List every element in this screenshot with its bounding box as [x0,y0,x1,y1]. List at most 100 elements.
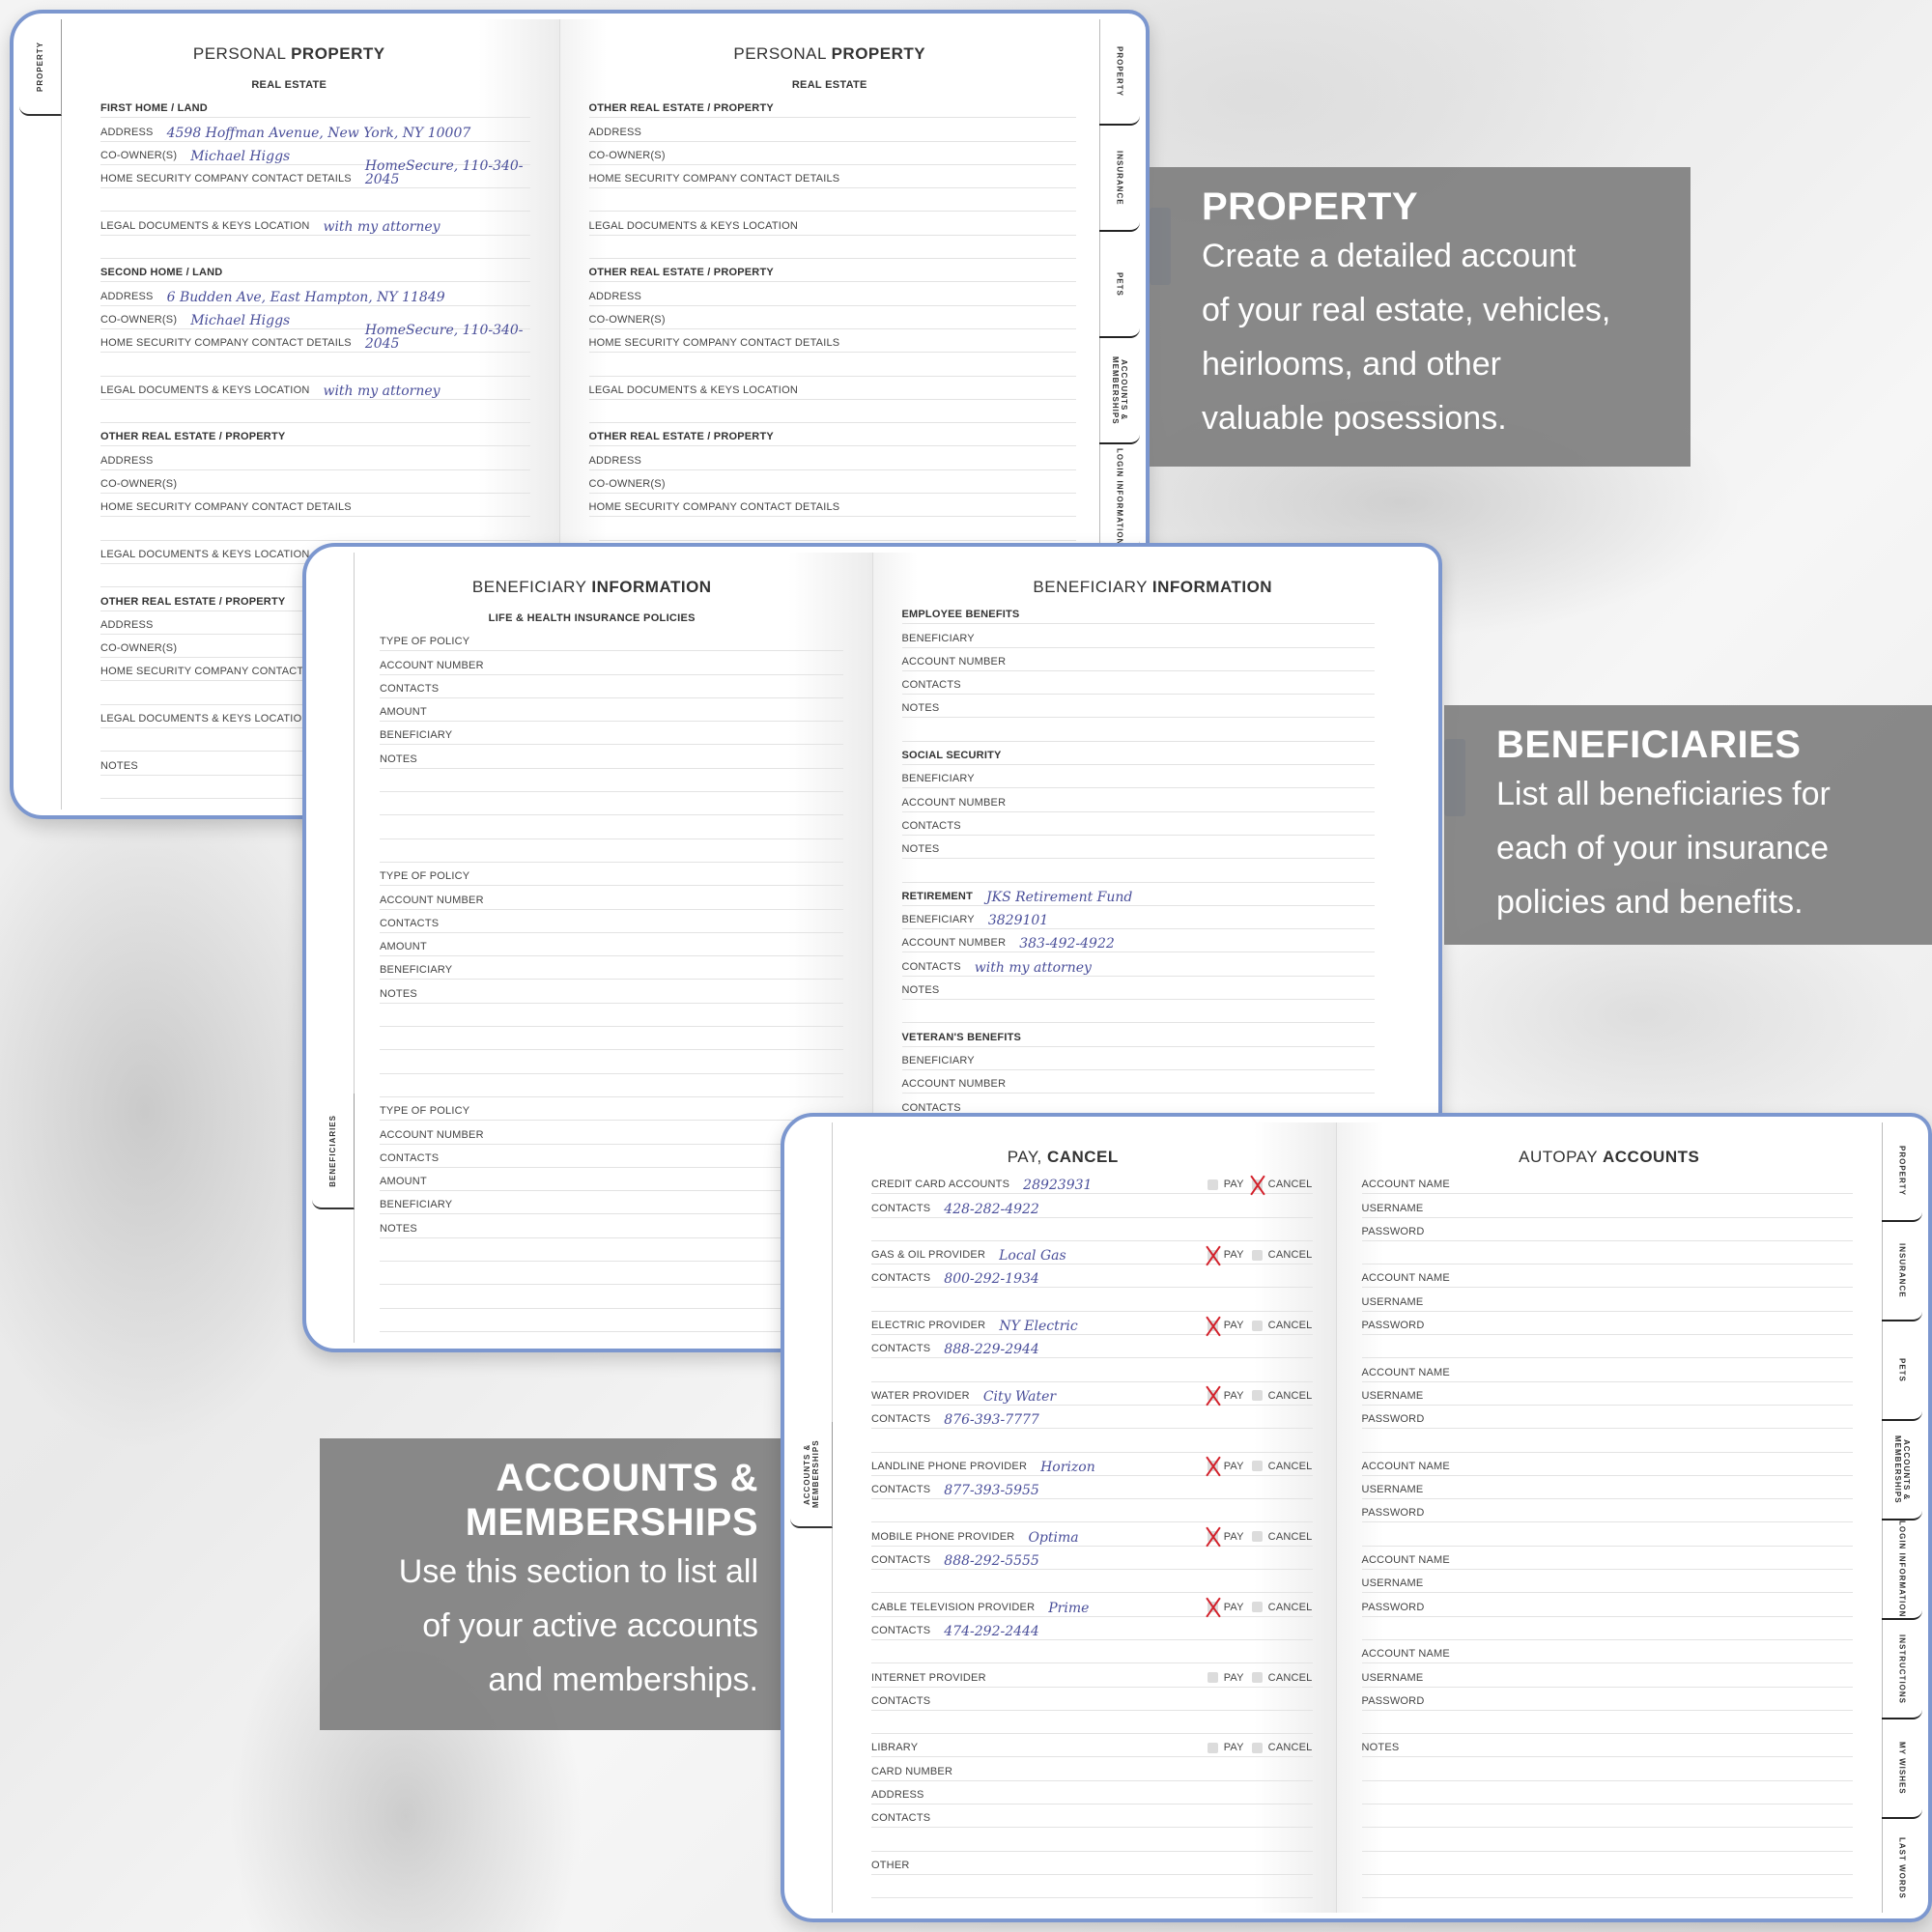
blank-line [380,1074,843,1097]
tab-last-words[interactable]: LAST WORDS [1882,1819,1922,1913]
tab-login-information[interactable]: LOGIN INFORMATION [1099,444,1140,551]
field-value[interactable]: 28923931 [1023,1179,1092,1192]
tab-insurance[interactable]: INSURANCE [1099,126,1140,232]
tab-beneficiaries[interactable]: BENEFICIARIES [312,1094,355,1209]
blank-line [871,1218,1313,1241]
field-value[interactable]: Local Gas [999,1249,1066,1263]
pay-label: PAY [1223,1389,1244,1402]
pay-checkbox[interactable]: PAY [1207,1531,1244,1543]
field-value[interactable]: 876-393-7777 [944,1413,1039,1427]
accounts-left-page: ACCOUNTS & MEMBERSHIPS PAY, CANCEL CREDI… [790,1122,1337,1913]
pay-checkbox[interactable]: PAY [1207,1389,1244,1402]
section-subhead: LIFE & HEALTH INSURANCE POLICIES [488,612,696,624]
cancel-checkbox[interactable]: CANCEL [1251,1249,1313,1261]
field-value[interactable]: with my attorney [975,961,1092,975]
cancel-checkbox[interactable]: CANCEL [1251,1672,1313,1684]
form-row: OTHER REAL ESTATE / PROPERTY [588,95,1076,119]
field-label: CONTACTS [871,1272,931,1285]
blank-line [100,400,530,424]
blank-line [901,1000,1375,1024]
caption-body: Create a detailed account of your real e… [1202,229,1671,445]
field-value[interactable]: 474-292-2444 [944,1625,1039,1638]
form-row: HOME SECURITY COMPANY CONTACT DETAILS [588,165,1076,189]
pay-checkbox[interactable]: PAY [1207,1179,1244,1191]
tab-label: ACCOUNTS & MEMBERSHIPS [1111,355,1128,425]
tab-property[interactable]: PROPERTY [1099,19,1140,126]
pay-checkbox[interactable]: PAY [1207,1602,1244,1613]
cancel-checkbox[interactable]: CANCEL [1251,1531,1313,1543]
field-label: CONTACTS [871,1202,931,1214]
cancel-checkbox[interactable]: CANCEL [1251,1179,1313,1190]
form-row: NOTES [380,745,843,769]
pay-checkbox[interactable]: PAY [1207,1672,1244,1684]
form-row: GAS & OIL PROVIDER Local Gas PAY CANCEL [871,1241,1313,1265]
field-value[interactable]: 6 Budden Ave, East Hampton, NY 11849 [167,291,445,304]
form-row: AMOUNT [380,1168,843,1192]
field-label: ADDRESS [871,1789,924,1802]
field-value[interactable]: Michael Higgs [190,150,290,163]
field-value[interactable]: City Water [983,1390,1056,1404]
field-value[interactable]: JKS Retirement Fund [986,891,1132,904]
tab-pets[interactable]: PETS [1882,1321,1922,1421]
field-value[interactable]: 800-292-1934 [944,1272,1039,1286]
pay-checkbox[interactable]: PAY [1207,1461,1244,1472]
pay-checkbox[interactable]: PAY [1207,1249,1244,1261]
tab-instructions[interactable]: INSTRUCTIONS [1882,1620,1922,1719]
tab-login-information[interactable]: LOGIN INFORMATION [1882,1520,1922,1620]
form-row: USERNAME [1361,1194,1853,1218]
field-value[interactable]: Horizon [1040,1461,1095,1474]
title-bold: PROPERTY [831,44,926,63]
blank-line [100,236,530,260]
field-value[interactable]: 888-229-2944 [944,1343,1039,1356]
form-rows: ACCOUNT NAME USERNAME PASSWORD ACCOUNT NAME… [1361,1171,1853,1899]
cancel-checkbox[interactable]: CANCEL [1251,1461,1313,1472]
field-value[interactable]: Prime [1048,1602,1089,1615]
x-mark-icon [1251,1179,1263,1190]
form-row: NOTES [901,836,1375,860]
field-value[interactable]: 877-393-5955 [944,1484,1039,1497]
pay-checkbox[interactable]: PAY [1207,1742,1244,1753]
blank-line [588,188,1076,213]
section-subhead: REAL ESTATE [251,79,327,91]
blank-line [871,1429,1313,1453]
pay-label: PAY [1223,1179,1244,1191]
form-row: CONTACTS [380,1145,843,1168]
field-value[interactable]: with my attorney [323,220,440,234]
field-value[interactable]: HomeSecure, 110-340-2045 [365,324,530,351]
field-label: ACCOUNT NAME [1361,1554,1450,1567]
field-label: BENEFICIARY [380,1199,453,1211]
blank-line [588,517,1076,541]
empty-checkbox-icon [1207,1742,1218,1753]
field-label: SOCIAL SECURITY [901,750,1002,762]
form-row: CONTACTS [871,1804,1313,1829]
field-value[interactable]: 3829101 [988,914,1048,927]
tab-accounts-memberships[interactable]: ACCOUNTS & MEMBERSHIPS [1882,1421,1922,1520]
field-value[interactable]: 383-492-4922 [1019,937,1115,951]
caption-line: valuable posessions. [1202,400,1507,438]
field-label: NOTES [1361,1742,1400,1754]
field-value[interactable]: Optima [1028,1531,1078,1545]
tab-insurance[interactable]: INSURANCE [1882,1222,1922,1321]
field-label: ACCOUNT NUMBER [901,796,1007,809]
field-value[interactable]: 888-292-5555 [944,1554,1039,1568]
field-value[interactable]: 4598 Hoffman Avenue, New York, NY 10007 [167,127,471,140]
field-value[interactable]: NY Electric [999,1320,1077,1333]
tab-accounts-memberships[interactable]: ACCOUNTS & MEMBERSHIPS [790,1422,833,1528]
cancel-checkbox[interactable]: CANCEL [1251,1390,1313,1402]
field-label: BENEFICIARY [901,773,975,785]
tab-property[interactable]: PROPERTY [19,19,62,116]
field-value[interactable]: 428-282-4922 [944,1203,1039,1216]
cancel-checkbox[interactable]: CANCEL [1251,1320,1313,1331]
field-value[interactable]: HomeSecure, 110-340-2045 [365,159,530,186]
field-value[interactable]: with my attorney [323,384,440,398]
cancel-checkbox[interactable]: CANCEL [1251,1602,1313,1613]
tab-accounts-memberships[interactable]: ACCOUNTS & MEMBERSHIPS [1099,338,1140,444]
pay-checkbox[interactable]: PAY [1207,1320,1244,1331]
empty-checkbox-icon [1251,1742,1263,1753]
form-rows: CREDIT CARD ACCOUNTS 28923931 PAY CANCEL CON… [871,1171,1313,1899]
tab-pets[interactable]: PETS [1099,232,1140,338]
cancel-checkbox[interactable]: CANCEL [1251,1742,1313,1753]
tab-property[interactable]: PROPERTY [1882,1122,1922,1222]
tab-my-wishes[interactable]: MY WISHES [1882,1719,1922,1819]
field-value[interactable]: Michael Higgs [190,314,290,327]
